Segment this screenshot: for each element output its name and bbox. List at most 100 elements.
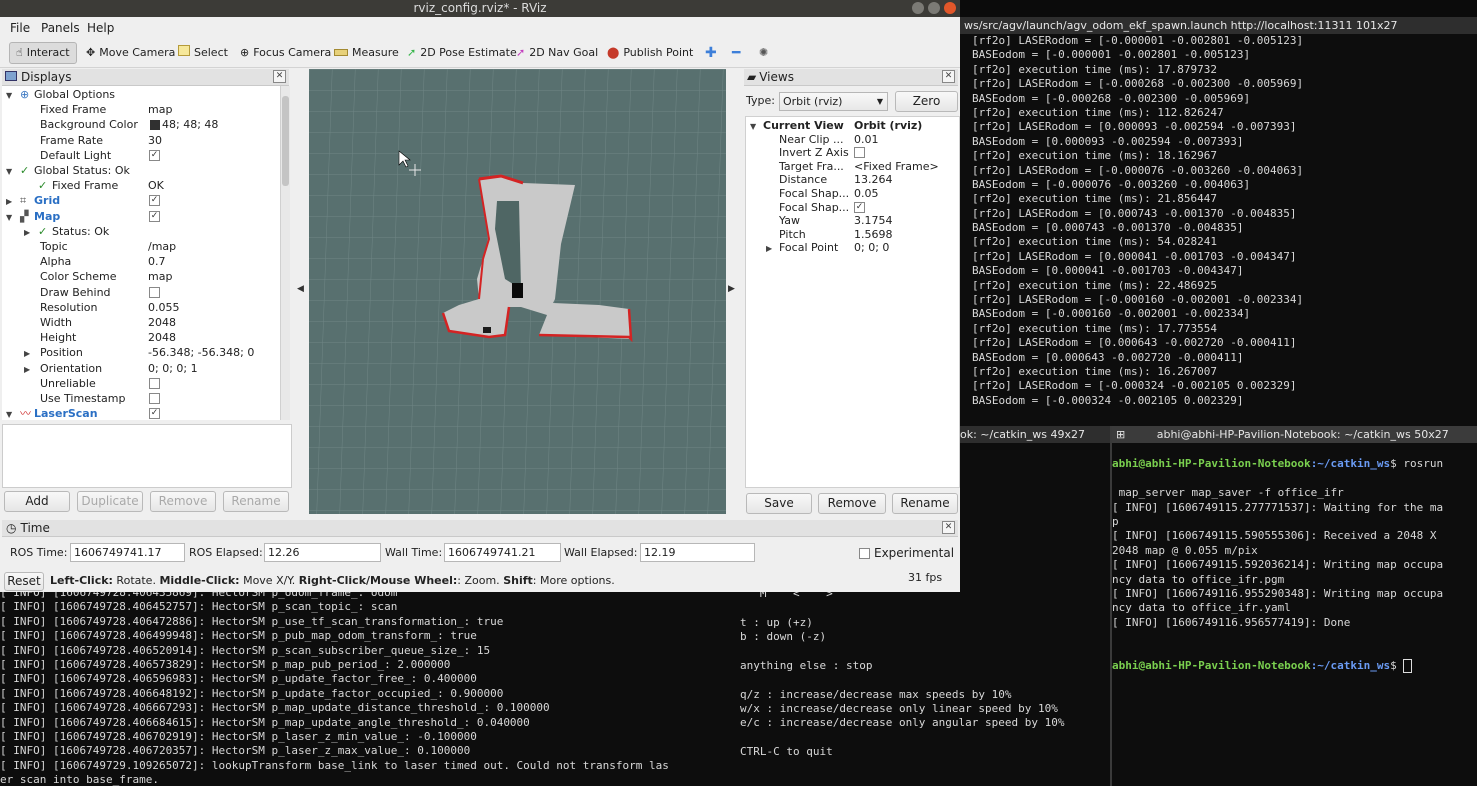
display-row[interactable]: Topic/map [2,239,280,254]
ros-time-field[interactable]: 1606749741.17 [70,543,185,562]
display-row[interactable]: Default Light ✓ [2,148,280,163]
chevron-right-icon[interactable]: ▶ [24,362,30,377]
displays-tree[interactable]: ▼ ⊕ Global Options Fixed Frame map Background… [2,86,290,420]
display-property-value[interactable]: 0.055 [148,300,180,315]
display-row[interactable]: Fixed Frame map [2,102,280,117]
display-property-value[interactable]: map [148,102,172,117]
display-row[interactable]: Unreliable [2,376,280,391]
close-icon[interactable]: ✕ [942,521,955,534]
chevron-down-icon[interactable]: ▼ [6,210,12,225]
chevron-down-icon[interactable]: ▼ [6,164,12,179]
experimental-checkbox[interactable] [859,548,870,559]
menu-panels[interactable]: Panels [41,21,80,35]
tool-measure[interactable]: Measure [334,43,399,63]
terminal-title-middle[interactable]: ok: ~/catkin_ws 49x27 [960,426,1110,443]
menu-help[interactable]: Help [87,21,114,35]
duplicate-display-button[interactable]: Duplicate [77,491,143,512]
collapse-right-arrow-icon[interactable]: ▶ [728,284,735,294]
display-row[interactable]: Color Scheme map [2,269,280,284]
tool-publish-point[interactable]: ⬤ Publish Point [607,43,693,63]
chevron-right-icon[interactable]: ▶ [6,194,12,209]
display-row[interactable]: Draw Behind [2,285,280,300]
close-icon[interactable]: ✕ [273,70,286,83]
add-tool-button[interactable]: ✚ [705,43,717,63]
chevron-right-icon[interactable]: ▶ [766,241,772,256]
ros-elapsed-field[interactable]: 12.26 [264,543,381,562]
maximize-button[interactable] [928,2,940,14]
save-view-button[interactable]: Save [746,493,812,514]
terminal-title-top-right[interactable]: ws/src/agv/launch/agv_odom_ekf_spawn.lau… [960,17,1477,34]
checkbox[interactable] [854,147,865,159]
menu-file[interactable]: File [10,21,30,35]
add-display-button[interactable]: Add [4,491,70,512]
view-property-row[interactable]: ▶ Focal Point 0; 0; 0 [746,240,957,255]
collapse-left-arrow-icon[interactable]: ◀ [297,284,304,294]
chevron-down-icon[interactable]: ▼ [6,88,12,103]
display-property-value[interactable]: 2048 [148,330,176,345]
view-type-select[interactable]: Orbit (rviz) ▼ [779,92,888,111]
rename-display-button[interactable]: Rename [223,491,289,512]
display-row[interactable]: Frame Rate 30 [2,133,280,148]
views-tree[interactable]: ▼ Current View Orbit (rviz) Near Clip ... 0.… [745,116,960,488]
chevron-right-icon[interactable]: ▶ [24,225,30,240]
tool-move-camera[interactable]: ✥ Move Camera [86,43,175,63]
display-row[interactable]: Width 2048 [2,315,280,330]
chevron-down-icon[interactable]: ▼ [6,407,12,420]
tool-interact[interactable]: ☝ Interact [9,42,77,64]
display-row[interactable]: Background Color 48; 48; 48 [2,117,280,132]
tool-2d-pose-estimate[interactable]: ➚ 2D Pose Estimate [407,43,517,63]
checkbox[interactable]: ✓ [149,210,160,222]
display-row[interactable]: Height 2048 [2,330,280,345]
tool-properties-button[interactable]: ✺ [759,43,768,63]
displays-scrollbar[interactable] [280,86,290,420]
display-row[interactable]: ▶ ⌗ Grid ✓ [2,193,280,208]
wall-time-field[interactable]: 1606749741.21 [444,543,561,562]
checkbox[interactable] [149,377,160,389]
scroll-thumb[interactable] [282,96,289,186]
display-row[interactable]: ▼ 〰 LaserScan ✓ [2,406,280,420]
checkbox[interactable] [149,393,160,404]
tool-2d-nav-goal[interactable]: ➚ 2D Nav Goal [516,43,598,63]
color-swatch[interactable] [150,120,160,131]
display-property-value[interactable]: /map [148,239,176,254]
display-row[interactable]: Use Timestamp [2,391,280,406]
tool-select[interactable]: Select [178,43,228,63]
view-property-value[interactable]: 0; 0; 0 [854,240,889,255]
close-button[interactable] [944,2,956,14]
checkbox[interactable] [149,286,160,298]
display-row[interactable]: ✓ Fixed Frame OK [2,178,280,193]
remove-tool-button[interactable]: ━ [732,43,740,63]
tool-focus-camera[interactable]: ⊕ Focus Camera [240,43,331,63]
display-property-value[interactable]: -56.348; -56.348; 0 [148,345,254,360]
rename-view-button[interactable]: Rename [892,493,958,514]
display-property-value[interactable]: 0.7 [148,254,166,269]
checkbox[interactable]: ✓ [149,149,160,161]
wall-elapsed-field[interactable]: 12.19 [640,543,755,562]
display-row[interactable]: Resolution 0.055 [2,300,280,315]
display-row[interactable]: Alpha 0.7 [2,254,280,269]
display-property-value[interactable]: 30 [148,133,162,148]
zero-button[interactable]: Zero [895,91,958,112]
minimize-button[interactable] [912,2,924,14]
display-row[interactable]: ▼ ▞ Map ✓ [2,209,280,224]
terminal-title-right[interactable]: ⊞ abhi@abhi-HP-Pavilion-Notebook: ~/catk… [1112,426,1477,443]
display-row[interactable]: ▼ ⊕ Global Options [2,87,280,102]
display-property-value[interactable]: OK [148,178,164,193]
terminal-bottom-left[interactable]: [ INFO] [1606749728.406435869]: HectorSM… [0,586,740,786]
checkbox[interactable]: ✓ [149,195,160,207]
checkbox[interactable]: ✓ [854,201,865,213]
display-property-value[interactable]: 2048 [148,315,176,330]
reset-button[interactable]: Reset [4,572,44,591]
remove-view-button[interactable]: Remove [818,493,886,514]
display-property-value[interactable]: map [148,269,172,284]
display-property-value[interactable]: 0; 0; 0; 1 [148,361,198,376]
display-row[interactable]: ▶ Position -56.348; -56.348; 0 [2,345,280,360]
remove-display-button[interactable]: Remove [150,491,216,512]
terminal-right[interactable]: abhi@abhi-HP-Pavilion-Notebook:~/catkin_… [1112,443,1477,786]
display-row[interactable]: ▼ ✓ Global Status: Ok [2,163,280,178]
close-icon[interactable]: ✕ [942,70,955,83]
3d-viewport[interactable] [309,69,726,514]
chevron-right-icon[interactable]: ▶ [24,346,30,361]
checkbox[interactable]: ✓ [149,408,160,420]
display-row[interactable]: ▶ ✓ Status: Ok [2,224,280,239]
